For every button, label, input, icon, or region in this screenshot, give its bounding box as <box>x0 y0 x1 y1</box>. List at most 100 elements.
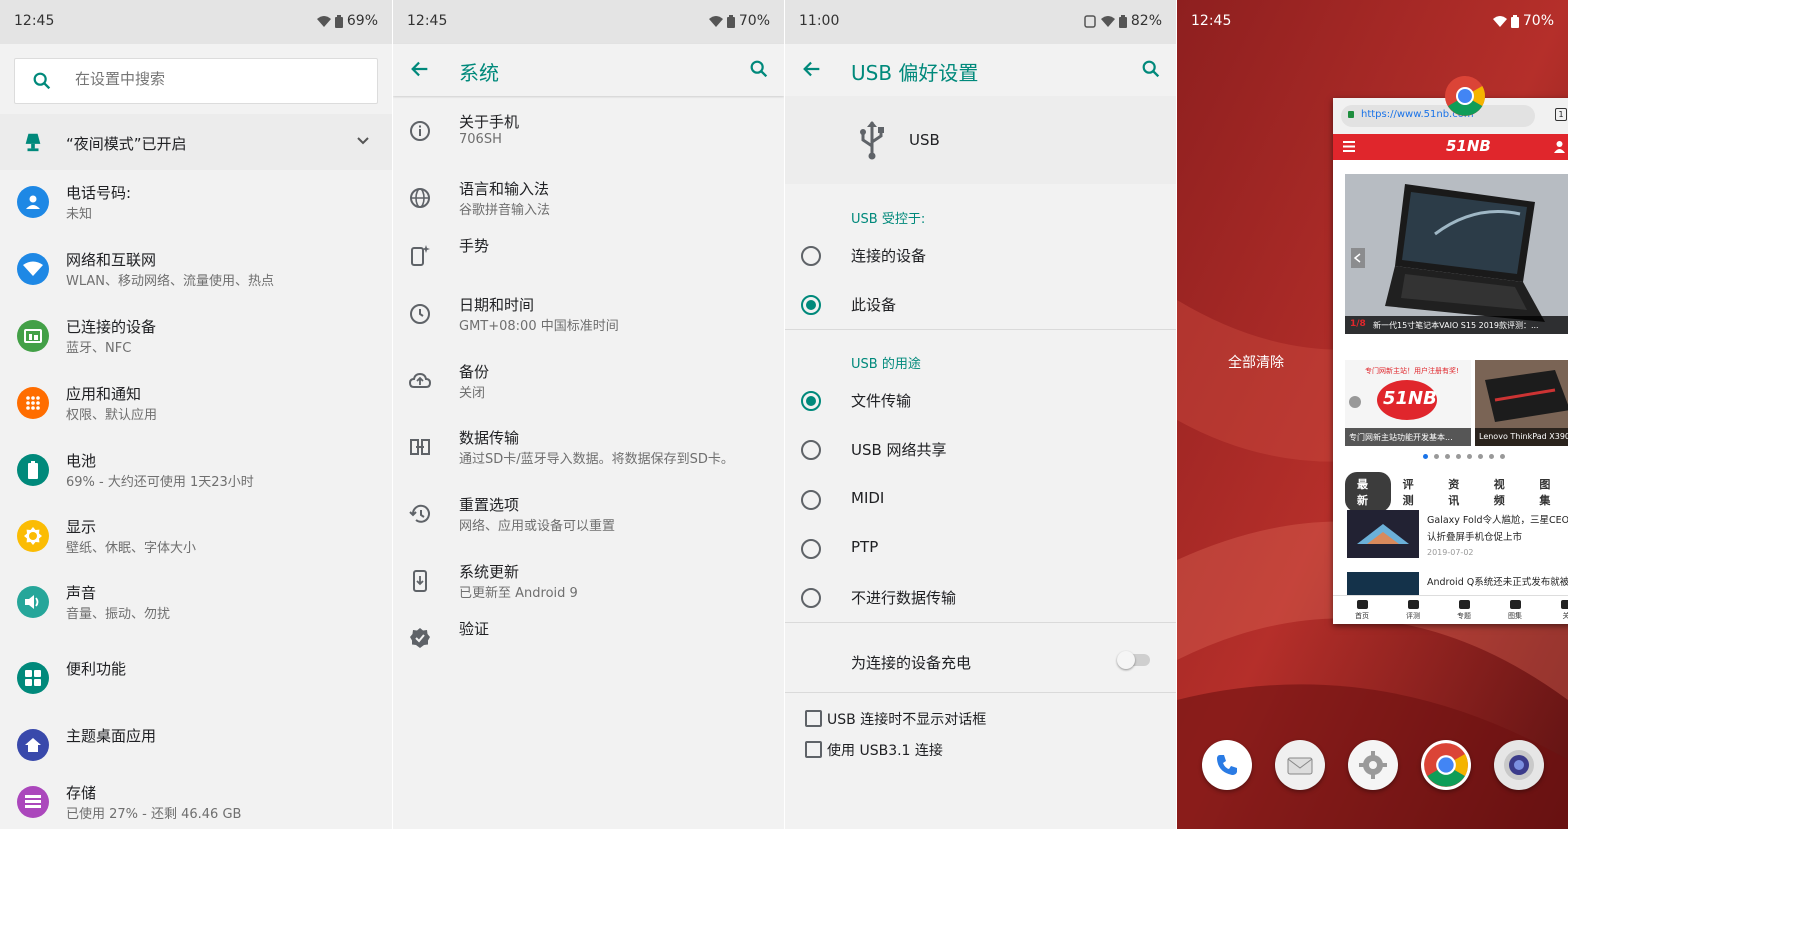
radio-button-selected[interactable] <box>801 295 821 315</box>
more-icon <box>1560 600 1568 609</box>
chrome-icon[interactable] <box>1444 75 1486 117</box>
clear-all-button[interactable]: 全部清除 <box>1228 352 1284 372</box>
radio-button-selected[interactable] <box>801 391 821 411</box>
page-title: USB 偏好设置 <box>851 61 979 85</box>
hero-slider[interactable]: 1/8 新一代15寸笔记本VAIO S15 2019款评测：... <box>1345 174 1568 334</box>
settings-item-accessibility[interactable]: 便利功能 <box>0 648 392 714</box>
carousel-dots <box>1423 454 1505 459</box>
settings-item-connected-devices[interactable]: 已连接的设备 蓝牙、NFC <box>0 306 392 372</box>
thumbnail-thinkpad[interactable]: Lenovo ThinkPad X390 <box>1475 360 1568 446</box>
checkbox[interactable] <box>805 741 822 758</box>
status-bar: 12:45 69% <box>0 0 392 44</box>
charge-toggle[interactable] <box>1117 651 1150 669</box>
item-subtitle: GMT+08:00 中国标准时间 <box>459 319 619 334</box>
radio-option-usb-tethering[interactable]: USB 网络共享 <box>785 426 1176 474</box>
settings-item-battery[interactable]: 电池 69% - 大约还可使用 1天23小时 <box>0 440 392 506</box>
system-item-data-transfer[interactable]: 数据传输 通过SD卡/蓝牙导入数据。将数据保存到SD卡。 <box>393 416 784 482</box>
radio-option-no-data[interactable]: 不进行数据传输 <box>785 574 1176 622</box>
usb-preferences-screen: 11:00 82% USB 偏好设置 USB USB 受控于: 连接的设备 此设… <box>785 0 1176 829</box>
email-icon[interactable] <box>1275 740 1325 790</box>
news-tab-reviews[interactable]: 评测 <box>1391 472 1437 512</box>
news-item[interactable]: Galaxy Fold令人尴尬，三星CEO： 认折叠屏手机仓促上市 2019-0… <box>1347 510 1568 568</box>
radio-option-this-device[interactable]: 此设备 <box>785 281 1176 329</box>
settings-item-sound[interactable]: 声音 音量、振动、勿扰 <box>0 572 392 638</box>
system-item-date-time[interactable]: 日期和时间 GMT+08:00 中国标准时间 <box>393 283 784 349</box>
thumb-caption: 专门网新主站功能开发基本... <box>1345 428 1471 446</box>
item-subtitle: WLAN、移动网络、流量使用、热点 <box>66 274 275 289</box>
item-subtitle: 关闭 <box>459 386 486 401</box>
transfer-icon <box>410 439 430 455</box>
settings-search-input[interactable] <box>73 69 357 89</box>
radio-option-file-transfer[interactable]: 文件传输 <box>785 377 1176 425</box>
news-tabs: 最新 评测 资讯 视频 图集 <box>1345 472 1568 512</box>
settings-item-display[interactable]: 显示 壁纸、休眠、字体大小 <box>0 506 392 572</box>
settings-icon[interactable] <box>1348 740 1398 790</box>
lock-icon <box>1348 111 1354 118</box>
night-mode-suggestion[interactable]: “夜间模式”已开启 <box>0 114 392 170</box>
settings-item-apps[interactable]: 应用和通知 权限、默认应用 <box>0 373 392 439</box>
radio-button[interactable] <box>801 588 821 608</box>
apps-icon <box>17 387 49 419</box>
system-item-gestures[interactable]: 手势 <box>393 224 784 290</box>
nav-topics[interactable]: 专题 <box>1449 598 1479 621</box>
radio-option-connected-device[interactable]: 连接的设备 <box>785 232 1176 280</box>
devices-icon <box>17 320 49 352</box>
restore-icon <box>409 504 430 523</box>
url-box[interactable]: https://www.51nb.com <box>1341 105 1535 127</box>
nav-more[interactable]: 关 <box>1551 598 1568 621</box>
menu-icon <box>1343 141 1355 152</box>
accessibility-icon <box>17 662 49 694</box>
radio-button[interactable] <box>801 246 821 266</box>
phone-icon[interactable] <box>1202 740 1252 790</box>
thumbnail-carousel[interactable]: 专门网新主站！用户注册有奖! 51NB 专门网新主站功能开发基本... Leno… <box>1345 360 1568 446</box>
news-title-line1: Galaxy Fold令人尴尬，三星CEO： <box>1427 515 1568 526</box>
news-tab-news[interactable]: 资讯 <box>1436 472 1482 512</box>
system-item-reset[interactable]: 重置选项 网络、应用或设备可以重置 <box>393 483 784 549</box>
news-tab-gallery[interactable]: 图集 <box>1527 472 1568 512</box>
divider <box>785 622 1176 623</box>
nav-gallery[interactable]: 图集 <box>1500 598 1530 621</box>
settings-search-box[interactable] <box>14 58 378 104</box>
tab-count: 1 <box>1555 108 1567 121</box>
search-icon[interactable] <box>748 58 770 80</box>
chevron-left-icon[interactable] <box>1349 396 1361 408</box>
radio-option-midi[interactable]: MIDI <box>785 476 1176 524</box>
checkbox[interactable] <box>805 710 822 727</box>
verified-icon <box>410 628 430 648</box>
search-icon[interactable] <box>1140 58 1162 80</box>
chrome-icon[interactable] <box>1421 740 1471 790</box>
recent-app-card-chrome[interactable]: https://www.51nb.com 1 51NB 1/8 新一代15寸笔记… <box>1333 98 1568 624</box>
battery-percent: 82% <box>1130 13 1162 29</box>
chevron-down-icon[interactable] <box>356 136 370 146</box>
volume-icon <box>17 586 49 618</box>
nav-reviews[interactable]: 评测 <box>1398 598 1428 621</box>
item-title: 显示 <box>66 518 97 536</box>
section-header-usage: USB 的用途 <box>851 357 921 372</box>
back-arrow-icon[interactable] <box>801 58 823 80</box>
globe-icon <box>410 188 430 208</box>
radio-button[interactable] <box>801 490 821 510</box>
news-title-line1: Android Q系统还未正式发布就被 <box>1427 577 1568 588</box>
radio-button[interactable] <box>801 440 821 460</box>
settings-item-network[interactable]: 网络和互联网 WLAN、移动网络、流量使用、热点 <box>0 239 392 305</box>
radio-option-ptp[interactable]: PTP <box>785 525 1176 573</box>
system-item-about-phone[interactable]: 关于手机 706SH <box>393 100 784 166</box>
thumbnail-51nb[interactable]: 专门网新主站！用户注册有奖! 51NB 专门网新主站功能开发基本... <box>1345 360 1471 446</box>
item-subtitle: 网络、应用或设备可以重置 <box>459 519 616 534</box>
system-item-verification[interactable]: 验证 <box>393 607 784 673</box>
info-icon <box>410 121 430 141</box>
settings-item-phone-number[interactable]: 电话号码: 未知 <box>0 172 392 238</box>
thumb-logo: 51NB <box>1383 388 1437 409</box>
system-item-backup[interactable]: 备份 关闭 <box>393 350 784 416</box>
back-arrow-icon[interactable] <box>409 58 431 80</box>
radio-button[interactable] <box>801 539 821 559</box>
update-icon <box>413 570 427 592</box>
site-header: 51NB <box>1333 134 1568 160</box>
camera-icon[interactable] <box>1494 740 1544 790</box>
item-subtitle: 通过SD卡/蓝牙导入数据。将数据保存到SD卡。 <box>459 452 734 467</box>
site-logo: 51NB <box>1446 137 1491 155</box>
news-tab-videos[interactable]: 视频 <box>1482 472 1528 512</box>
nav-home[interactable]: 首页 <box>1347 598 1377 621</box>
settings-item-storage[interactable]: 存储 已使用 27% - 还剩 46.46 GB <box>0 772 392 829</box>
news-tab-latest[interactable]: 最新 <box>1345 472 1391 512</box>
